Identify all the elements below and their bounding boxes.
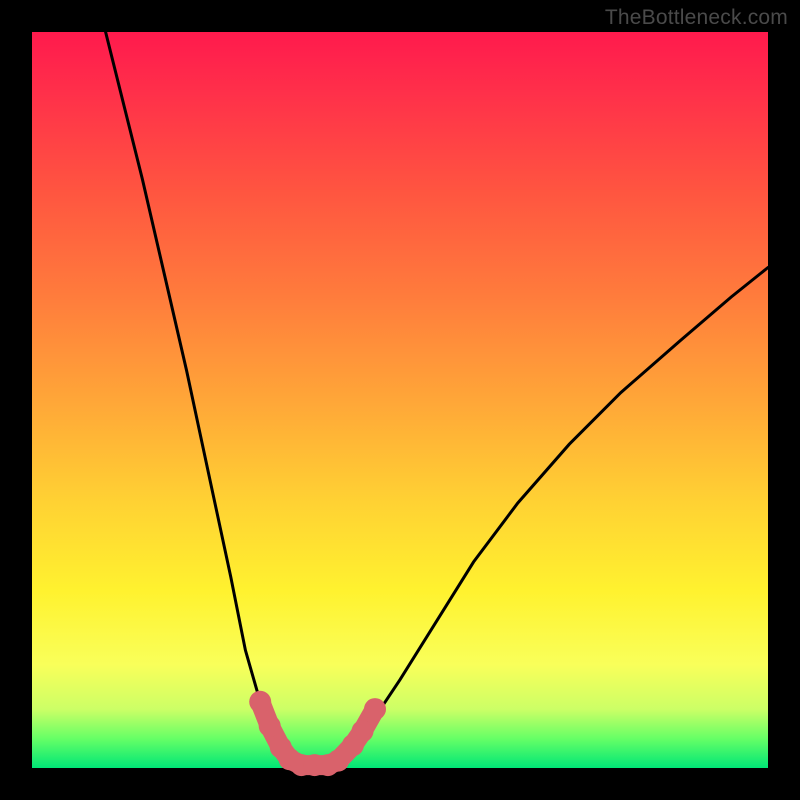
marker-point <box>259 715 281 737</box>
marker-point <box>364 698 386 720</box>
marker-point <box>249 691 271 713</box>
curve-right <box>334 268 768 765</box>
chart-frame: TheBottleneck.com <box>0 0 800 800</box>
bottleneck-curve <box>32 32 768 768</box>
watermark-text: TheBottleneck.com <box>605 6 788 30</box>
curve-left <box>106 32 297 764</box>
marker-point <box>352 720 374 742</box>
plot-area <box>32 32 768 768</box>
